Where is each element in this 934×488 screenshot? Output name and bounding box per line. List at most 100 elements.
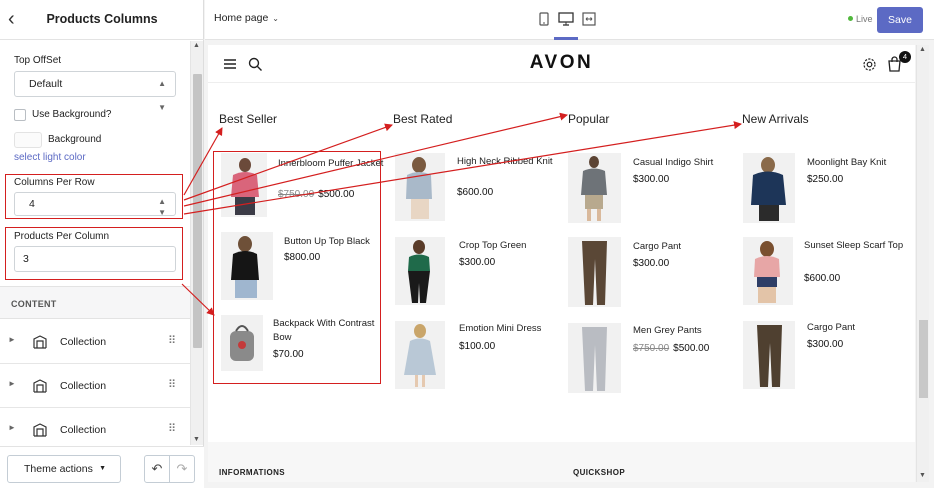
page-selector[interactable]: Home page ⌄: [214, 12, 279, 24]
product-price: $300.00: [633, 258, 670, 269]
undo-icon: ↶: [151, 461, 163, 476]
use-background-label: Use Background?: [32, 109, 112, 120]
top-offset-select[interactable]: Default ▲ ▼: [14, 71, 176, 112]
product-name[interactable]: Cargo Pant: [807, 321, 915, 335]
collection-item[interactable]: ► Collection ⠿: [0, 408, 190, 445]
product-name[interactable]: Emotion Mini Dress: [459, 322, 574, 336]
scroll-down-icon[interactable]: ▼: [193, 436, 200, 443]
store-footer: INFORMATIONS QUICKSHOP: [208, 442, 915, 482]
select-color-link[interactable]: select light color: [14, 152, 86, 163]
preview-scrollbar[interactable]: ▲ ▼: [916, 45, 929, 482]
live-status: Live: [848, 14, 873, 24]
scrollbar-thumb[interactable]: [193, 74, 202, 348]
product-image[interactable]: [568, 153, 621, 223]
live-label: Live: [856, 14, 873, 24]
collection-label: Collection: [60, 336, 107, 348]
section-title: Popular: [568, 112, 610, 126]
product-name[interactable]: Button Up Top Black: [284, 235, 399, 249]
scroll-down-icon[interactable]: ▼: [919, 472, 926, 479]
product-image[interactable]: [743, 321, 795, 389]
desktop-icon[interactable]: [556, 10, 576, 28]
collection-item[interactable]: ► Collection ⠿: [0, 364, 190, 408]
product-image[interactable]: [221, 153, 267, 217]
product-image[interactable]: [395, 153, 445, 221]
product-image[interactable]: [568, 323, 621, 393]
product-price: $600.00: [804, 273, 841, 284]
background-label: Background: [48, 134, 102, 145]
product-image[interactable]: [395, 237, 445, 305]
mobile-icon[interactable]: [534, 10, 554, 28]
footer-heading: QUICKSHOP: [573, 468, 626, 477]
caret-right-icon[interactable]: ►: [8, 423, 16, 432]
columns-per-row-select[interactable]: 4 ▲ ▼: [14, 192, 176, 217]
undo-button[interactable]: ↶: [144, 455, 170, 483]
product-price: $750.00 $500.00: [633, 343, 709, 354]
collection-item[interactable]: ► Collection ⠿: [0, 320, 190, 364]
product-card[interactable]: Men Grey Pants $750.00 $500.00: [568, 323, 738, 399]
drag-handle-icon[interactable]: ⠿: [168, 334, 176, 347]
scroll-up-icon[interactable]: ▲: [193, 42, 200, 49]
gear-icon[interactable]: [862, 57, 877, 72]
sale-price: $500.00: [318, 189, 355, 200]
product-name[interactable]: Crop Top Green: [459, 239, 574, 253]
use-background-checkbox[interactable]: [14, 109, 26, 121]
product-name[interactable]: Backpack With Contrast Bow: [273, 317, 388, 345]
save-button[interactable]: Save: [877, 7, 923, 33]
caret-right-icon[interactable]: ►: [8, 335, 16, 344]
panel-header: ‹ Products Columns: [0, 0, 204, 40]
theme-actions-button[interactable]: Theme actions ▼: [7, 455, 121, 483]
editor-topbar: Home page ⌄ Live Save: [205, 0, 934, 40]
drag-handle-icon[interactable]: ⠿: [168, 422, 176, 435]
scroll-up-icon[interactable]: ▲: [919, 46, 926, 53]
product-image[interactable]: [568, 237, 621, 307]
product-name[interactable]: Sunset Sleep Scarf Top: [804, 239, 915, 253]
fullscreen-icon[interactable]: [579, 10, 599, 28]
product-price: $300.00: [459, 257, 496, 268]
product-card[interactable]: Button Up Top Black $800.00: [221, 232, 391, 308]
collection-icon: [33, 335, 47, 349]
top-offset-label: Top OffSet: [14, 55, 62, 66]
store-preview: AVON 4 Best Seller Best Rated Popular Ne…: [208, 45, 915, 482]
background-color-swatch[interactable]: [14, 132, 42, 148]
product-name[interactable]: Men Grey Pants: [633, 324, 748, 338]
collection-icon: [33, 379, 47, 393]
drag-handle-icon[interactable]: ⠿: [168, 378, 176, 391]
product-card[interactable]: Crop Top Green $300.00: [395, 237, 565, 313]
product-card[interactable]: Innerbloom Puffer Jacket $750.00 $500.00: [221, 153, 391, 229]
panel-title: Products Columns: [46, 12, 158, 26]
scrollbar-thumb[interactable]: [919, 320, 928, 398]
product-card[interactable]: Casual Indigo Shirt $300.00: [568, 153, 738, 229]
redo-button[interactable]: ↷: [169, 455, 195, 483]
product-name[interactable]: Cargo Pant: [633, 240, 748, 254]
product-image[interactable]: [221, 315, 263, 371]
caret-right-icon[interactable]: ►: [8, 379, 16, 388]
panel-scrollbar[interactable]: ▲ ▼: [190, 41, 203, 445]
product-name[interactable]: Moonlight Bay Knit: [807, 156, 915, 170]
product-card[interactable]: Backpack With Contrast Bow $70.00: [221, 315, 391, 391]
chevron-down-icon: ⌄: [272, 14, 279, 23]
caret-down-icon: ▼: [99, 465, 106, 472]
redo-icon: ↷: [176, 461, 188, 476]
product-card[interactable]: Cargo Pant $300.00: [743, 321, 913, 397]
product-name[interactable]: High Neck Ribbed Knit: [457, 155, 572, 169]
product-card[interactable]: Emotion Mini Dress $100.00: [395, 321, 565, 397]
sale-price: $500.00: [673, 343, 710, 354]
section-title: Best Seller: [219, 112, 278, 126]
product-card[interactable]: Sunset Sleep Scarf Top $600.00: [743, 237, 913, 313]
store-logo[interactable]: AVON: [208, 52, 915, 74]
product-image[interactable]: [743, 237, 793, 305]
product-card[interactable]: Moonlight Bay Knit $250.00: [743, 153, 913, 229]
product-name[interactable]: Innerbloom Puffer Jacket: [278, 157, 393, 171]
product-image[interactable]: [743, 153, 795, 223]
products-per-column-input[interactable]: 3: [14, 246, 176, 272]
product-card[interactable]: Cargo Pant $300.00: [568, 237, 738, 313]
product-price: $800.00: [284, 252, 321, 263]
product-image[interactable]: [395, 321, 445, 389]
columns-per-row-value: 4: [29, 198, 35, 210]
product-card[interactable]: High Neck Ribbed Knit $600.00: [395, 153, 565, 229]
footer-heading: INFORMATIONS: [219, 468, 285, 477]
product-price: $750.00 $500.00: [278, 189, 354, 200]
product-image[interactable]: [221, 232, 273, 300]
product-name[interactable]: Casual Indigo Shirt: [633, 156, 748, 170]
select-arrows-icon: ▲ ▼: [158, 197, 166, 217]
